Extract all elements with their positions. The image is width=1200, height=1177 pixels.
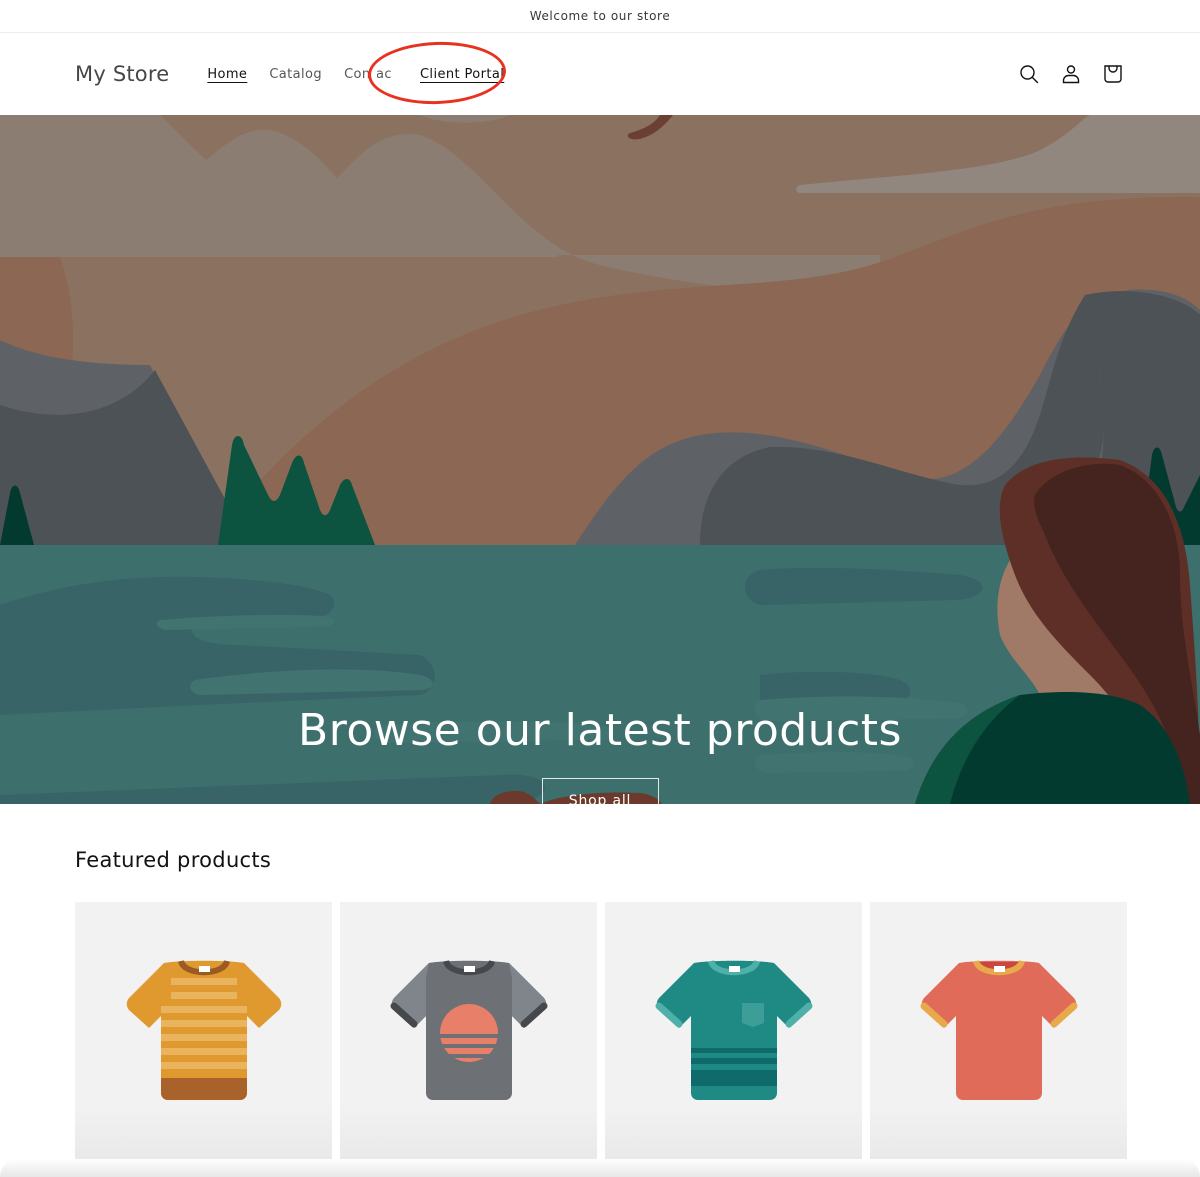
cart-button[interactable]	[1101, 62, 1125, 86]
nav-contact[interactable]: Contac	[344, 67, 392, 82]
store-logo[interactable]: My Store	[75, 62, 169, 86]
hero-illustration	[0, 115, 1200, 804]
hero-title: Browse our latest products	[298, 705, 902, 756]
header-icons	[1017, 62, 1125, 86]
hero-banner: Browse our latest products Shop all	[0, 115, 1200, 804]
nav-client-portal[interactable]: Client Portal	[420, 67, 504, 82]
featured-title: Featured products	[75, 848, 272, 872]
nav-home[interactable]: Home	[207, 67, 247, 82]
product-card-coral-ringer-tshirt[interactable]	[870, 902, 1127, 1159]
product-card-striped-orange-tshirt[interactable]	[75, 902, 332, 1159]
search-button[interactable]	[1017, 62, 1041, 86]
announcement-text: Welcome to our store	[529, 9, 671, 23]
product-card-teal-pocket-tshirt[interactable]	[605, 902, 862, 1159]
striped-orange-tshirt-image	[126, 959, 281, 1100]
shop-all-button[interactable]: Shop all	[541, 778, 659, 804]
account-icon	[1062, 65, 1080, 84]
bottom-fade	[0, 1159, 1200, 1177]
account-button[interactable]	[1059, 62, 1083, 86]
search-icon	[1020, 65, 1039, 84]
product-card-gray-sunset-tshirt[interactable]	[340, 902, 597, 1159]
teal-pocket-tshirt-image	[655, 959, 812, 1100]
main-nav: Home Catalog Contac Client Portal	[207, 67, 526, 82]
site-header: My Store Home Catalog Contac Client Port…	[0, 33, 1200, 115]
hero-content: Browse our latest products Shop all	[0, 705, 1200, 804]
featured-products-section: Featured products	[0, 804, 1200, 1159]
cart-icon	[1104, 65, 1122, 83]
product-grid	[75, 902, 1127, 1159]
coral-ringer-tshirt-image	[920, 959, 1077, 1100]
nav-catalog[interactable]: Catalog	[269, 67, 322, 82]
gray-sunset-tshirt-image	[390, 959, 547, 1100]
announcement-bar: Welcome to our store	[0, 0, 1200, 33]
annotation-mask	[369, 63, 377, 83]
